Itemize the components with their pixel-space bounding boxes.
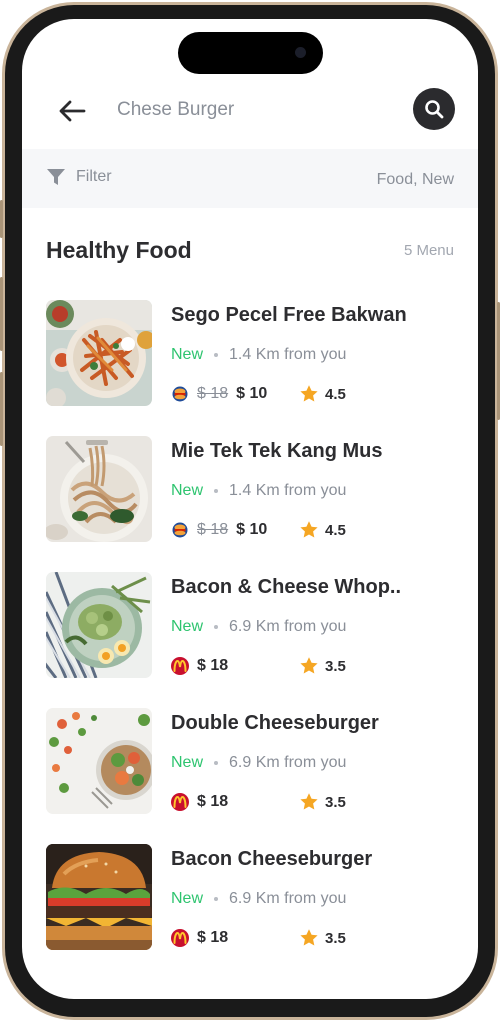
- item-meta: New 6.9 Km from you: [171, 618, 346, 636]
- search-button[interactable]: [413, 88, 455, 130]
- item-name: Bacon Cheeseburger: [171, 848, 373, 870]
- back-button[interactable]: [56, 95, 88, 127]
- fries-plate-photo: [46, 300, 152, 406]
- price: $ 18: [197, 657, 229, 674]
- separator-dot: [214, 625, 219, 629]
- section-title: Healthy Food: [46, 237, 192, 263]
- separator-dot: [214, 489, 219, 493]
- rating-value: 3.5: [325, 929, 346, 947]
- rating: 3.5: [299, 928, 346, 948]
- item-name: Double Cheeseburger: [171, 712, 379, 734]
- search-input[interactable]: Chese Burger: [117, 99, 234, 121]
- distance-text: 1.4 Km from you: [229, 346, 347, 363]
- volume-down-button: [0, 372, 3, 446]
- star-icon: [300, 793, 318, 810]
- new-tag: New: [171, 890, 204, 907]
- price-row: $ 18: [171, 657, 228, 675]
- new-tag: New: [171, 482, 204, 499]
- list-item[interactable]: Double Cheeseburger New 6.9 Km from you …: [46, 708, 456, 816]
- old-price: $ 18: [197, 521, 229, 538]
- rating-value: 3.5: [325, 657, 346, 675]
- burger-king-logo: [171, 521, 189, 539]
- item-name: Bacon & Cheese Whop..: [171, 576, 402, 598]
- mcdonalds-logo: [171, 657, 189, 675]
- star-icon: [300, 385, 318, 402]
- price-row: $ 18: [171, 793, 228, 811]
- item-meta: New 1.4 Km from you: [171, 482, 346, 500]
- action-button: [0, 200, 3, 238]
- price-row: $ 18: [171, 929, 228, 947]
- price: $ 18: [197, 793, 229, 810]
- filter-button[interactable]: Filter: [46, 167, 112, 187]
- rating-value: 3.5: [325, 793, 346, 811]
- new-tag: New: [171, 618, 204, 635]
- star-icon: [300, 657, 318, 674]
- list-item[interactable]: Bacon Cheeseburger New 6.9 Km from you $…: [46, 844, 456, 952]
- burger-king-logo: [171, 385, 189, 403]
- separator-dot: [214, 761, 219, 765]
- price: $ 10: [236, 521, 268, 538]
- camera-icon: [295, 47, 306, 58]
- veggie-bowl-photo: [46, 708, 152, 814]
- rating-value: 4.5: [325, 521, 346, 539]
- dynamic-island: [178, 32, 323, 74]
- filter-bar: Filter Food, New: [22, 149, 478, 208]
- item-meta: New 6.9 Km from you: [171, 754, 346, 772]
- new-tag: New: [171, 346, 204, 363]
- power-button: [497, 302, 500, 420]
- rating: 4.5: [299, 520, 346, 540]
- volume-up-button: [0, 277, 3, 351]
- rating-value: 4.5: [325, 385, 346, 403]
- salad-bowl-photo: [46, 572, 152, 678]
- search-header: Chese Burger: [22, 79, 478, 149]
- distance-text: 6.9 Km from you: [229, 618, 347, 635]
- search-icon: [425, 100, 444, 119]
- item-meta: New 1.4 Km from you: [171, 346, 346, 364]
- star-icon: [300, 521, 318, 538]
- price: $ 10: [236, 385, 268, 402]
- distance-text: 6.9 Km from you: [229, 754, 347, 771]
- distance-text: 1.4 Km from you: [229, 482, 347, 499]
- price-row: $ 18 $ 10: [171, 385, 267, 403]
- price-row: $ 18 $ 10: [171, 521, 267, 539]
- arrow-left-icon: [59, 100, 86, 122]
- list-item[interactable]: Bacon & Cheese Whop.. New 6.9 Km from yo…: [46, 572, 456, 680]
- noodles-photo: [46, 436, 152, 542]
- item-name: Mie Tek Tek Kang Mus: [171, 440, 383, 462]
- item-name: Sego Pecel Free Bakwan: [171, 304, 407, 326]
- rating: 4.5: [299, 384, 346, 404]
- list-item[interactable]: Sego Pecel Free Bakwan New 1.4 Km from y…: [46, 300, 456, 408]
- new-tag: New: [171, 754, 204, 771]
- funnel-icon: [47, 169, 65, 185]
- rating: 3.5: [299, 792, 346, 812]
- separator-dot: [214, 897, 219, 901]
- burger-photo: [46, 844, 152, 950]
- old-price: $ 18: [197, 385, 229, 402]
- item-meta: New 6.9 Km from you: [171, 890, 346, 908]
- star-icon: [300, 929, 318, 946]
- separator-dot: [214, 353, 219, 357]
- filter-label: Filter: [76, 168, 112, 185]
- distance-text: 6.9 Km from you: [229, 890, 347, 907]
- menu-count: 5 Menu: [403, 242, 454, 259]
- price: $ 18: [197, 929, 229, 946]
- rating: 3.5: [299, 656, 346, 676]
- list-item[interactable]: Mie Tek Tek Kang Mus New 1.4 Km from you…: [46, 436, 456, 544]
- mcdonalds-logo: [171, 793, 189, 811]
- app-screen: Chese Burger Filter Food, New Healthy Fo…: [22, 19, 478, 999]
- applied-filters[interactable]: Food, New: [377, 171, 454, 189]
- mcdonalds-logo: [171, 929, 189, 947]
